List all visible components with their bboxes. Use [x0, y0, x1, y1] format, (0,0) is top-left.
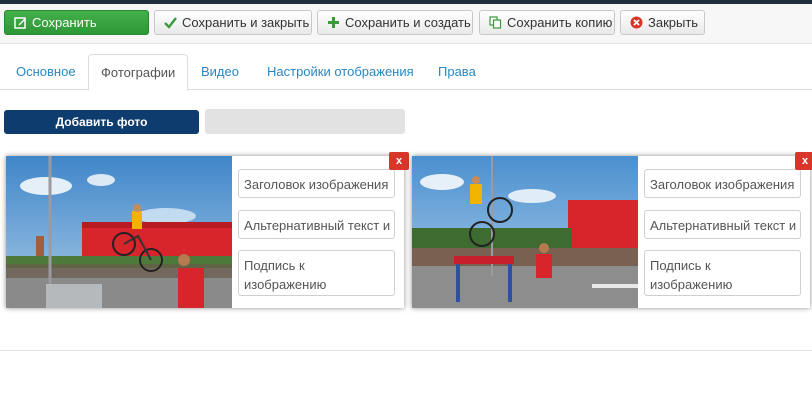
save-and-close-label: Сохранить и закрыть — [182, 15, 310, 30]
toolbar: Сохранить Сохранить и закрыть Сохранить … — [0, 4, 812, 44]
photo-card: Заголовок изображения Альтернативный тек… — [412, 152, 812, 308]
plus-icon — [327, 16, 340, 29]
copy-icon — [489, 16, 502, 29]
save-and-new-label: Сохранить и создать — [345, 15, 471, 30]
tab-main[interactable]: Основное — [4, 54, 88, 90]
tab-video[interactable]: Видео — [189, 54, 251, 90]
delete-photo-button[interactable]: x — [795, 152, 812, 170]
image-caption-input[interactable]: Подпись к изображению — [238, 250, 395, 296]
tab-display-settings[interactable]: Настройки отображения — [255, 54, 426, 90]
add-photo-button[interactable]: Добавить фото — [4, 110, 199, 134]
save-copy-label: Сохранить копию — [507, 15, 613, 30]
photo-thumbnail[interactable] — [412, 156, 638, 308]
photo-card: Заголовок изображения Альтернативный тек… — [6, 152, 409, 308]
upload-progress-bar — [205, 109, 405, 134]
tab-permissions[interactable]: Права — [426, 54, 488, 90]
save-button-label: Сохранить — [32, 15, 97, 30]
save-button[interactable]: Сохранить — [4, 10, 149, 35]
tab-bar: Основное Фотографии Видео Настройки отоб… — [0, 54, 812, 91]
delete-photo-button[interactable]: x — [389, 152, 409, 170]
section-divider — [0, 350, 812, 351]
edit-icon — [14, 16, 27, 29]
image-title-input[interactable]: Заголовок изображения — [644, 169, 801, 198]
save-copy-button[interactable]: Сохранить копию — [479, 10, 615, 35]
check-icon — [164, 16, 177, 29]
image-alt-text-input[interactable]: Альтернативный текст и — [238, 210, 395, 239]
close-circle-icon — [630, 16, 643, 29]
close-button[interactable]: Закрыть — [620, 10, 705, 35]
close-label: Закрыть — [648, 15, 699, 30]
save-and-new-button[interactable]: Сохранить и создать — [317, 10, 473, 35]
image-alt-text-input[interactable]: Альтернативный текст и — [644, 210, 801, 239]
tab-photos[interactable]: Фотографии — [88, 54, 189, 91]
save-and-close-button[interactable]: Сохранить и закрыть — [154, 10, 312, 35]
image-caption-input[interactable]: Подпись к изображению — [644, 250, 801, 296]
image-title-input[interactable]: Заголовок изображения — [238, 169, 395, 198]
photo-thumbnail[interactable] — [6, 156, 232, 308]
